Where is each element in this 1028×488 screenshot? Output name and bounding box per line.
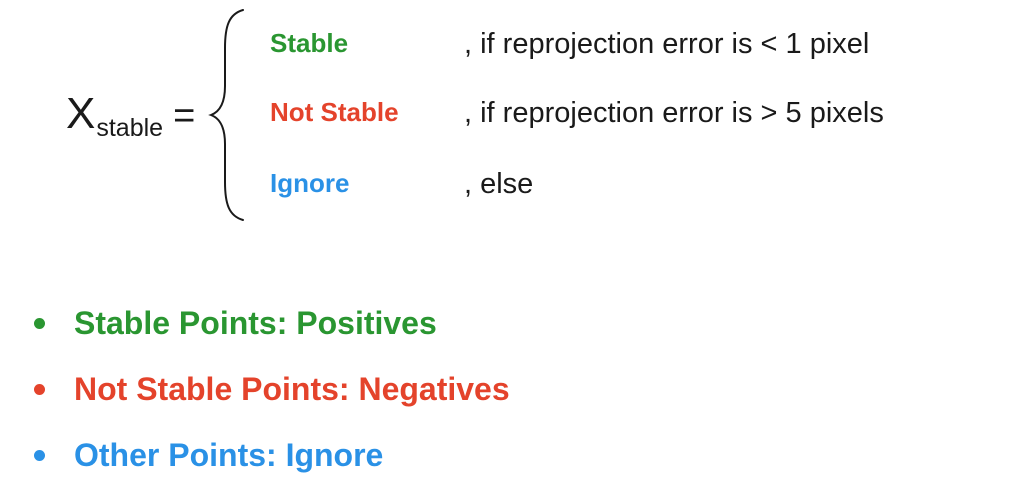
variable-x: X — [66, 89, 96, 138]
case-label-stable: Stable — [270, 28, 349, 58]
slide: X stable = Stable , if reprojection erro… — [0, 0, 1028, 473]
variable-subscript: stable — [96, 114, 164, 142]
bullet-item-other-points: Other Points: Ignore — [34, 422, 510, 488]
case-condition-not-stable: , if reprojection error is > 5 pixels — [464, 97, 884, 129]
bullet-list: Stable Points: Positives Not Stable Poin… — [34, 290, 510, 488]
case-condition-else: , else — [464, 168, 534, 200]
curly-brace — [208, 9, 244, 221]
bullet-item-stable-points: Stable Points: Positives — [34, 290, 510, 356]
equals-sign: = — [173, 95, 196, 137]
case-condition-stable: , if reprojection error is < 1 pixel — [464, 28, 870, 60]
bullet-text: Other Points: Ignore — [74, 436, 384, 473]
case-label-ignore: Ignore — [270, 168, 350, 198]
bullet-item-not-stable-points: Not Stable Points: Negatives — [34, 356, 510, 422]
bullet-dot-icon — [34, 317, 45, 329]
bullet-dot-icon — [34, 383, 45, 395]
equation-lhs: X stable = — [66, 92, 195, 142]
case-label-not-stable: Not Stable — [270, 97, 399, 127]
bullet-text: Not Stable Points: Negatives — [74, 370, 510, 407]
bullet-dot-icon — [34, 449, 45, 461]
bullet-text: Stable Points: Positives — [74, 304, 437, 341]
